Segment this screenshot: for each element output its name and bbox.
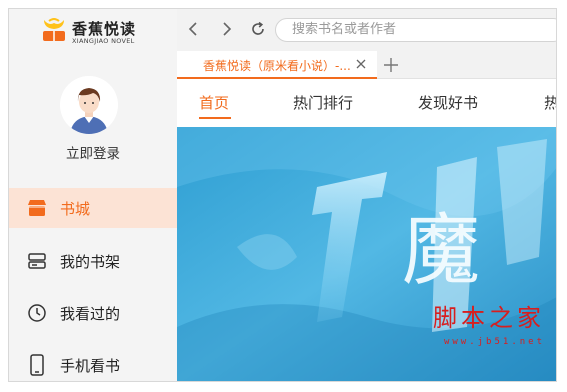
tab-bar: 香蕉悦读（原米看小说）-...: [177, 51, 556, 79]
menu-item-hot-cut[interactable]: 热: [544, 92, 556, 113]
avatar[interactable]: [60, 76, 118, 134]
login-link[interactable]: 立即登录: [9, 142, 177, 162]
hero-banner[interactable]: 魔 脚本之家 www.jb51.net: [177, 127, 556, 381]
sidebar-item-label: 手机看书: [60, 356, 121, 375]
chevron-left-icon: [188, 22, 197, 36]
app-subtitle: XIANGJIAO NOVEL: [72, 37, 135, 45]
forward-button[interactable]: [216, 19, 236, 39]
bookshelf-icon: [26, 250, 48, 272]
back-button[interactable]: [184, 19, 204, 39]
plus-icon[interactable]: [383, 57, 399, 73]
sidebar: 香蕉悦读 XIANGJIAO NOVEL 立即登录 书城 我的书架 我看过的 手…: [9, 9, 177, 381]
phone-icon: [26, 354, 48, 376]
sidebar-item-mobile[interactable]: 手机看书: [9, 345, 177, 381]
banana-logo-icon: [43, 18, 65, 41]
menu-item-discover[interactable]: 发现好书: [418, 92, 478, 113]
refresh-button[interactable]: [248, 19, 268, 39]
clock-icon: [26, 302, 48, 324]
store-icon: [26, 197, 48, 219]
sidebar-item-label: 书城: [60, 199, 91, 218]
banner-headline: 魔: [402, 206, 480, 296]
menu-item-ranking[interactable]: 热门排行: [293, 92, 353, 113]
user-avatar-icon: [60, 76, 118, 134]
menu-item-home[interactable]: 首页: [199, 92, 229, 113]
site-watermark: 脚本之家 www.jb51.net: [433, 298, 545, 347]
chevron-right-icon: [223, 22, 232, 36]
app-logo[interactable]: 香蕉悦读 XIANGJIAO NOVEL: [40, 15, 160, 49]
refresh-icon: [252, 21, 264, 35]
sidebar-item-label: 我的书架: [60, 252, 121, 271]
app-window: 香蕉悦读 XIANGJIAO NOVEL 立即登录 书城 我的书架 我看过的 手…: [8, 8, 557, 382]
watermark-text: 脚本之家: [433, 304, 545, 332]
sidebar-item-store[interactable]: 书城: [9, 188, 177, 228]
sidebar-item-history[interactable]: 我看过的: [9, 293, 177, 333]
tab-title: 香蕉悦读（原米看小说）-...: [203, 59, 351, 73]
browser-toolbar: 搜索书名或者作者: [177, 9, 556, 51]
search-input[interactable]: 搜索书名或者作者: [275, 18, 556, 42]
active-tab-indicator: [199, 117, 231, 119]
sidebar-item-bookshelf[interactable]: 我的书架: [9, 241, 177, 281]
tab-home[interactable]: 香蕉悦读（原米看小说）-...: [177, 51, 377, 79]
page-menu: 首页 热门排行 发现好书 热: [177, 79, 556, 127]
app-name: 香蕉悦读: [72, 20, 137, 38]
close-icon[interactable]: [355, 58, 367, 70]
sidebar-item-label: 我看过的: [60, 304, 121, 323]
watermark-url: www.jb51.net: [443, 337, 545, 347]
